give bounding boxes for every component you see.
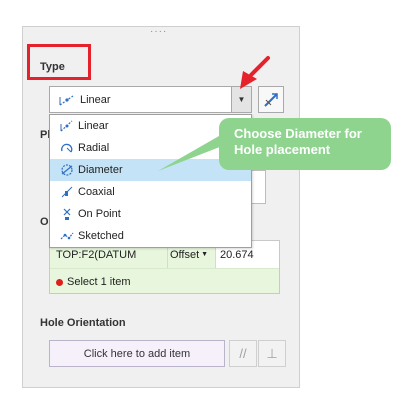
type-highlight-box — [27, 44, 91, 80]
dropdown-item-coaxial[interactable]: Coaxial — [50, 181, 251, 203]
annotation-callout: Choose Diameter for Hole placement — [219, 118, 391, 170]
reference-type-value: Offset — [170, 248, 200, 261]
offset-references-table[interactable]: TOP:F2(DATUM Offset ▼ 20.674 Select 1 it… — [49, 240, 280, 294]
on-point-icon — [63, 208, 71, 220]
linear-icon — [60, 120, 73, 132]
flip-direction-icon[interactable] — [258, 86, 284, 113]
select-item-text: Select 1 item — [67, 276, 131, 288]
resize-grip[interactable]: ···· — [150, 27, 167, 37]
sketched-icon — [60, 232, 74, 240]
perpendicular-icon[interactable]: ⊥ — [258, 340, 286, 367]
hole-orientation-label: Hole Orientation — [40, 317, 126, 329]
type-select-value: Linear — [80, 93, 111, 106]
parallel-icon[interactable]: // — [229, 340, 257, 367]
callout-line-2: Hole placement — [234, 142, 331, 157]
linear-icon — [59, 95, 74, 105]
offset-references-label-partial: O — [40, 216, 49, 228]
type-select[interactable]: Linear ▼ — [49, 86, 252, 113]
select-item-cell[interactable]: Select 1 item — [50, 276, 131, 288]
dropdown-item-on-point[interactable]: On Point — [50, 203, 251, 225]
diameter-icon — [61, 164, 73, 176]
radial-icon — [61, 143, 73, 153]
dropdown-item-sketched[interactable]: Sketched — [50, 225, 251, 247]
hole-orientation-add-item[interactable]: Click here to add item — [49, 340, 225, 367]
caret-down-icon[interactable]: ▼ — [231, 87, 251, 112]
callout-line-1: Choose Diameter for — [234, 126, 362, 141]
required-indicator-icon — [56, 278, 63, 286]
coaxial-icon — [61, 186, 73, 198]
caret-down-icon: ▼ — [201, 251, 209, 258]
table-row[interactable]: Select 1 item — [50, 269, 279, 295]
placement-field-edge[interactable] — [252, 170, 266, 204]
